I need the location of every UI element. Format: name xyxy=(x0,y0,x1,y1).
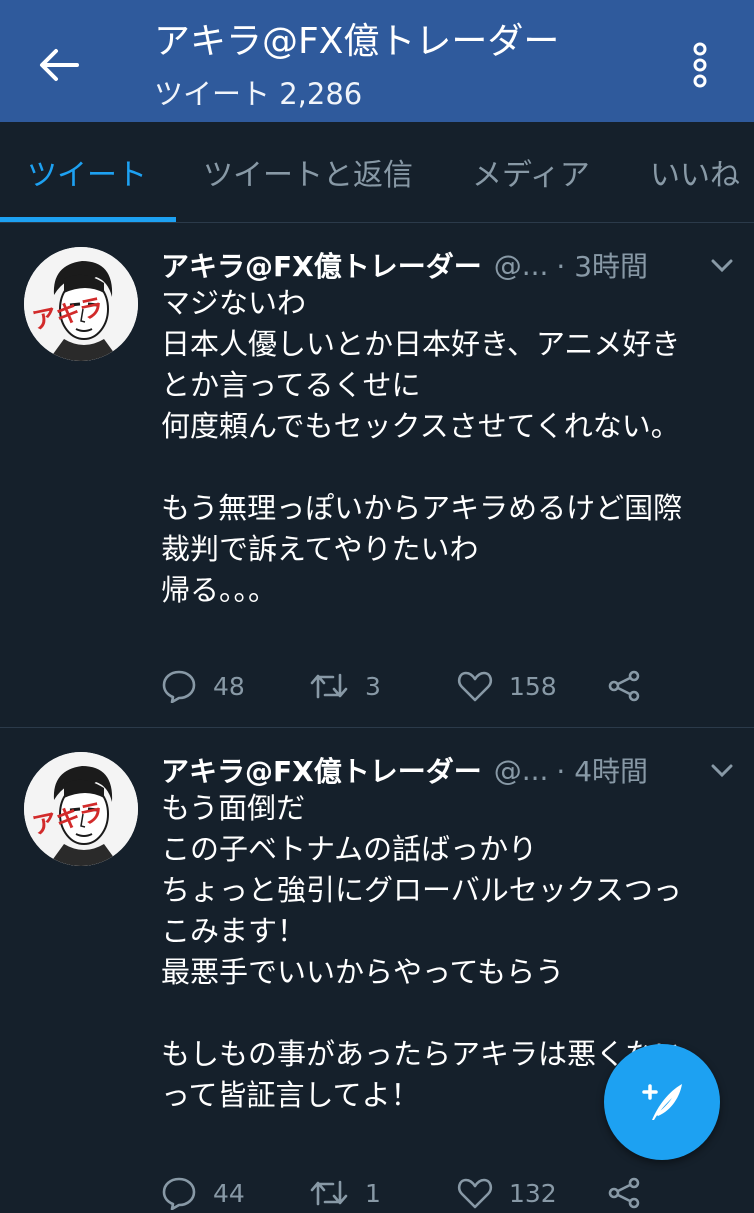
reply-count: 48 xyxy=(213,671,245,701)
share-icon xyxy=(608,670,640,702)
more-vertical-icon xyxy=(693,42,707,88)
avatar-illustration: アキラ xyxy=(24,752,138,866)
heart-icon xyxy=(457,671,493,702)
tweet-line: こみます！ xyxy=(161,914,307,948)
arrow-left-icon xyxy=(40,49,79,81)
tab-tweets[interactable]: ツイート xyxy=(27,122,147,222)
user-handle: @... xyxy=(493,248,549,282)
tweet[interactable]: アキラ アキラ@FX億トレーダー @... · 3時間 マジないわ 日本人優しい… xyxy=(0,223,754,728)
tweet-menu-button[interactable] xyxy=(707,251,737,281)
tab-tweets-and-replies[interactable]: ツイートと返信 xyxy=(203,122,413,222)
reply-count: 44 xyxy=(213,1178,245,1208)
heart-icon xyxy=(457,1178,493,1209)
app-header: アキラ@FX億トレーダー ツイート 2,286 xyxy=(0,0,754,122)
retweet-count: 3 xyxy=(365,671,381,701)
tweet-actions: 48 3 158 xyxy=(161,666,721,706)
tweet-line: マジないわ xyxy=(161,286,307,320)
tweet-line: もう無理っぽいからアキラめるけど国際 xyxy=(161,491,683,525)
like-count: 158 xyxy=(509,671,557,701)
reply-icon xyxy=(162,1177,196,1210)
like-count: 132 xyxy=(509,1178,557,1208)
tweet-line: この子ベトナムの話ばっかり xyxy=(161,832,538,866)
like-button[interactable]: 132 xyxy=(457,1173,557,1213)
tweet-line: とか言ってるくせに xyxy=(161,368,421,402)
compose-tweet-icon xyxy=(642,1084,682,1120)
tweet-line: 最悪手でいいからやってもらう xyxy=(161,955,565,989)
tweet-line: 帰る。。。 xyxy=(161,573,278,607)
avatar-illustration: アキラ xyxy=(24,247,138,361)
reply-button[interactable]: 48 xyxy=(161,666,245,706)
more-options-button[interactable] xyxy=(680,38,720,92)
profile-tabs: ツイート ツイートと返信 メディア いいね xyxy=(0,122,754,223)
tweet-header: アキラ@FX億トレーダー @... · 4時間 xyxy=(161,750,741,790)
active-tab-indicator xyxy=(0,217,176,222)
retweet-icon xyxy=(310,1180,348,1206)
tweet-line: 日本人優しいとか日本好き、アニメ好き xyxy=(161,327,681,361)
retweet-count: 1 xyxy=(365,1178,381,1208)
share-button[interactable] xyxy=(607,666,657,706)
retweet-button[interactable]: 1 xyxy=(309,1173,381,1213)
tweet-text: マジないわ 日本人優しいとか日本好き、アニメ好き とか言ってるくせに 何度頼んで… xyxy=(161,283,731,611)
chevron-down-icon xyxy=(711,764,733,778)
tweet-time: · 4時間 xyxy=(556,755,649,788)
user-handle: @... xyxy=(493,753,549,787)
tweet-header: アキラ@FX億トレーダー @... · 3時間 xyxy=(161,245,741,285)
tweet-actions: 44 1 132 xyxy=(161,1173,721,1213)
retweet-icon xyxy=(310,673,348,699)
back-button[interactable] xyxy=(30,40,88,90)
avatar[interactable]: アキラ xyxy=(24,247,138,361)
tweet-time: · 3時間 xyxy=(556,250,649,283)
tweet-line: ちょっと強引にグローバルセックスつっ xyxy=(161,873,682,907)
tweet-count: ツイート 2,286 xyxy=(154,77,363,111)
display-name[interactable]: アキラ@FX億トレーダー xyxy=(161,245,482,285)
retweet-button[interactable]: 3 xyxy=(309,666,381,706)
avatar[interactable]: アキラ xyxy=(24,752,138,866)
compose-tweet-button[interactable] xyxy=(604,1044,720,1160)
profile-title: アキラ@FX億トレーダー xyxy=(154,21,560,62)
tweet-line: もう面倒だ xyxy=(161,791,306,825)
tab-likes[interactable]: いいね xyxy=(650,122,740,222)
tweet-line: 何度頼んでもセックスさせてくれない。 xyxy=(161,409,680,443)
display-name[interactable]: アキラ@FX億トレーダー xyxy=(161,750,482,790)
reply-button[interactable]: 44 xyxy=(161,1173,245,1213)
share-icon xyxy=(608,1177,640,1209)
tab-media[interactable]: メディア xyxy=(472,122,590,222)
like-button[interactable]: 158 xyxy=(457,666,557,706)
tweet-menu-button[interactable] xyxy=(707,756,737,786)
share-button[interactable] xyxy=(607,1173,657,1213)
tweet-line: 裁判で訴えてやりたいわ xyxy=(161,532,479,566)
reply-icon xyxy=(162,670,196,703)
chevron-down-icon xyxy=(711,259,733,273)
